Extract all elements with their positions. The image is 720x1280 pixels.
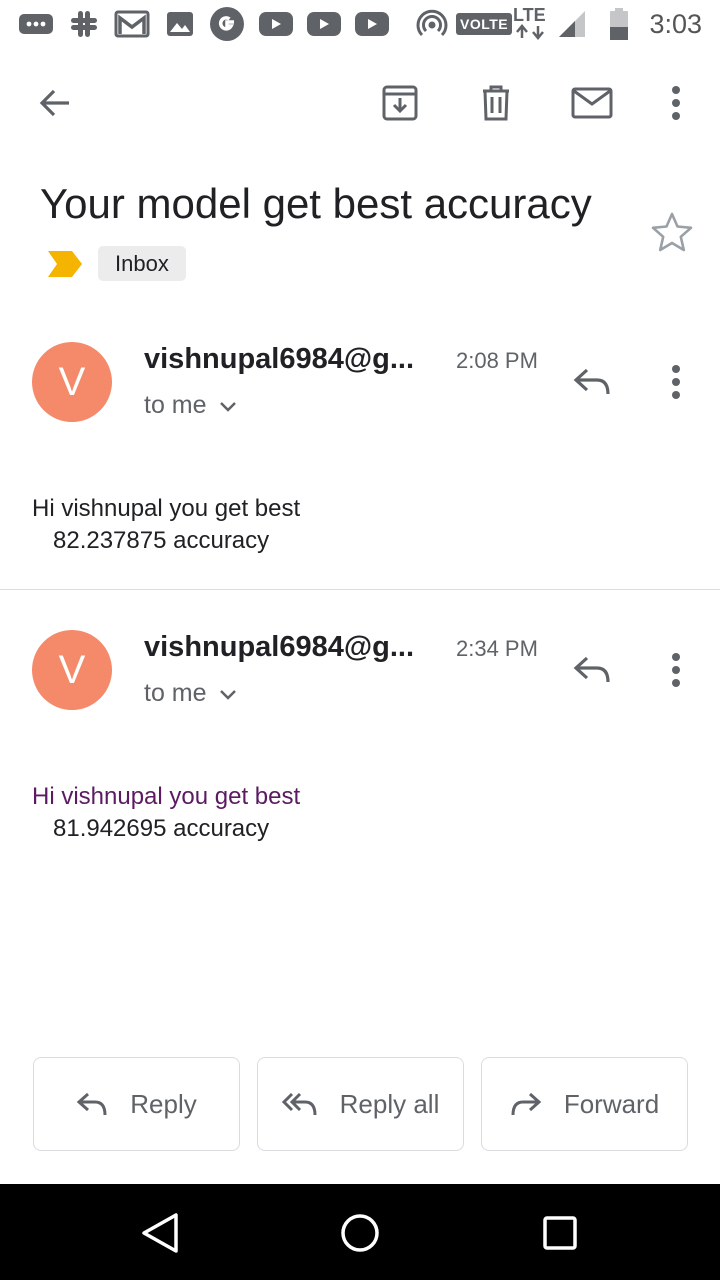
message-body-line-1: Hi vishnupal you get best (32, 783, 301, 810)
battery-icon (608, 8, 630, 40)
message-time: 2:34 PM (456, 636, 538, 661)
archive-button[interactable] (372, 75, 428, 131)
reply-all-action-button[interactable]: Reply all (257, 1057, 464, 1151)
photos-icon (165, 8, 195, 40)
forward-label: Forward (563, 1088, 660, 1119)
message-body-line-2: 82.237875 accuracy (53, 527, 270, 554)
youtube-icon (355, 8, 389, 40)
volte-badge: VOLTE (456, 13, 513, 35)
hotspot-icon (416, 8, 448, 40)
mark-unread-button[interactable] (564, 75, 620, 131)
mail-icon (571, 87, 613, 119)
message-more-button[interactable] (648, 642, 704, 698)
sender-avatar[interactable]: V (32, 342, 112, 422)
message-divider (0, 589, 720, 590)
more-vert-icon (672, 653, 680, 687)
home-nav-button[interactable] (335, 1208, 385, 1258)
back-nav-button[interactable] (135, 1208, 185, 1258)
reply-button[interactable] (564, 642, 620, 698)
archive-icon (382, 85, 418, 121)
google-icon (208, 7, 246, 41)
more-notifications-icon (18, 8, 54, 40)
reply-button[interactable] (564, 354, 620, 410)
youtube-icon (259, 8, 293, 40)
delete-icon (483, 85, 509, 121)
sender-avatar[interactable]: V (32, 630, 112, 710)
importance-marker-icon[interactable] (48, 251, 82, 282)
status-bar: VOLTE LTE 3:03 (0, 0, 720, 50)
message-time: 2:08 PM (456, 348, 538, 373)
forward-action-button[interactable]: Forward (481, 1057, 688, 1151)
more-vert-icon (672, 86, 680, 120)
square-recents-icon (543, 1216, 577, 1250)
signal-icon (556, 8, 588, 40)
back-arrow-icon (39, 89, 69, 117)
message-body-line-1: Hi vishnupal you get best (32, 495, 301, 522)
gmail-icon (113, 8, 151, 40)
recipient-label: to me (144, 391, 207, 419)
more-vert-icon (672, 365, 680, 399)
delete-button[interactable] (468, 75, 524, 131)
email-subject: Your model get best accuracy (40, 180, 592, 227)
lte-indicator: LTE (513, 5, 546, 25)
more-options-button[interactable] (648, 75, 704, 131)
reply-action-button[interactable]: Reply (33, 1057, 240, 1151)
star-icon (651, 212, 693, 252)
reply-all-icon (281, 1091, 318, 1117)
status-time: 3:03 (649, 9, 702, 39)
slack-icon (68, 8, 100, 40)
chevron-down-icon (219, 390, 237, 420)
reply-icon (573, 656, 610, 683)
recents-nav-button[interactable] (535, 1208, 585, 1258)
label-chip-inbox[interactable]: Inbox (98, 246, 186, 281)
forward-icon (510, 1091, 542, 1117)
recipient-details-toggle[interactable]: to me (144, 390, 237, 420)
back-button[interactable] (27, 75, 83, 131)
sender-name[interactable]: vishnupal6984@g... (144, 630, 414, 664)
circle-home-icon (341, 1214, 379, 1252)
reply-all-label: Reply all (339, 1088, 440, 1119)
recipient-details-toggle[interactable]: to me (144, 678, 237, 708)
recipient-label: to me (144, 679, 207, 707)
message-more-button[interactable] (648, 354, 704, 410)
reply-icon (76, 1091, 108, 1117)
message-body-line-2: 81.942695 accuracy (53, 815, 270, 842)
chevron-down-icon (219, 678, 237, 708)
reply-icon (573, 368, 610, 395)
system-navigation-bar (0, 1184, 720, 1280)
star-button[interactable] (648, 208, 696, 256)
sender-name[interactable]: vishnupal6984@g... (144, 342, 414, 376)
youtube-icon (307, 8, 341, 40)
reply-label: Reply (130, 1088, 197, 1119)
triangle-back-icon (142, 1213, 178, 1253)
data-arrows-icon (513, 24, 549, 40)
